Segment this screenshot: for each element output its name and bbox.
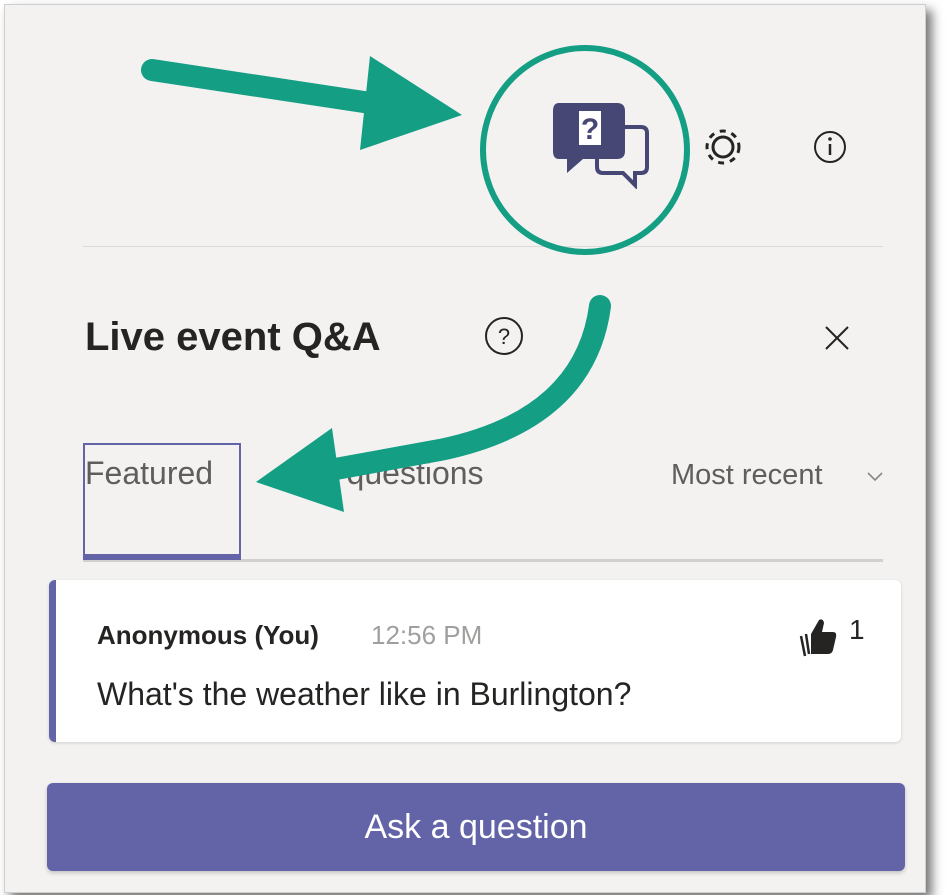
- gear-icon[interactable]: [705, 123, 747, 171]
- tab-focus-outline: [83, 443, 241, 557]
- question-text: What's the weather like in Burlington?: [97, 676, 632, 712]
- toolbar-divider: [83, 246, 883, 247]
- tab-my-questions[interactable]: My questions: [295, 455, 484, 492]
- thumbs-up-icon[interactable]: [797, 614, 841, 658]
- sort-dropdown[interactable]: Most recent: [671, 459, 823, 492]
- question-author: Anonymous (You): [97, 620, 319, 650]
- chevron-down-icon[interactable]: [865, 469, 885, 485]
- question-card[interactable]: Anonymous (You) 12:56 PM 1 What's the we…: [49, 580, 901, 742]
- info-icon[interactable]: [813, 130, 847, 164]
- help-icon[interactable]: ?: [483, 315, 525, 357]
- question-time: 12:56 PM: [371, 620, 483, 650]
- svg-text:?: ?: [498, 324, 510, 349]
- card-accent-bar: [49, 580, 56, 742]
- panel-title: Live event Q&A: [85, 315, 381, 359]
- svg-text:?: ?: [581, 113, 599, 146]
- close-icon[interactable]: [820, 321, 854, 355]
- like-count: 1: [849, 614, 865, 645]
- tab-selected-indicator: [83, 554, 241, 560]
- ask-question-button[interactable]: Ask a question: [47, 783, 905, 871]
- qa-panel: ? Live event Q&A ? Featured My questions…: [4, 4, 926, 893]
- qa-chat-icon[interactable]: ?: [553, 97, 653, 190]
